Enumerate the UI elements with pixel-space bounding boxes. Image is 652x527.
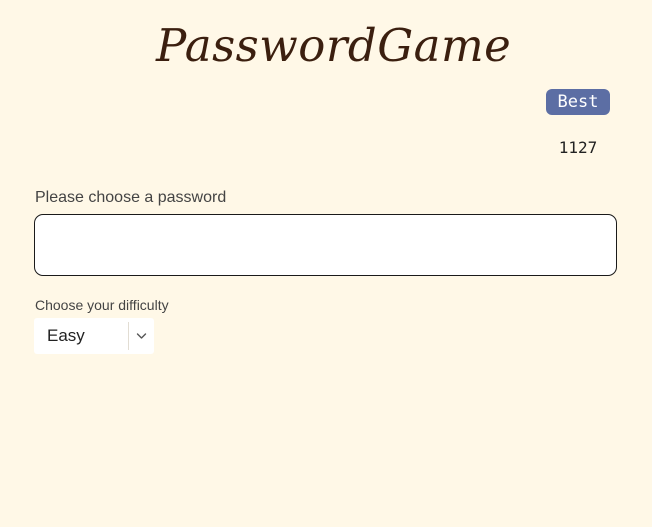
game-logo: PasswordGame: [0, 0, 652, 90]
difficulty-select[interactable]: Easy: [34, 318, 154, 354]
logo-text: PasswordGame: [155, 19, 510, 72]
password-input[interactable]: [35, 215, 616, 275]
chevron-down-icon: [136, 333, 147, 339]
dropdown-toggle[interactable]: [129, 318, 154, 354]
password-field[interactable]: [34, 214, 617, 276]
logo-wordmark: PasswordGame: [155, 19, 510, 72]
difficulty-label: Choose your difficulty: [35, 297, 169, 313]
best-badge: Best: [546, 89, 610, 115]
best-score: 1127: [558, 138, 598, 157]
password-label: Please choose a password: [35, 189, 227, 206]
difficulty-selected-value: Easy: [47, 326, 85, 345]
